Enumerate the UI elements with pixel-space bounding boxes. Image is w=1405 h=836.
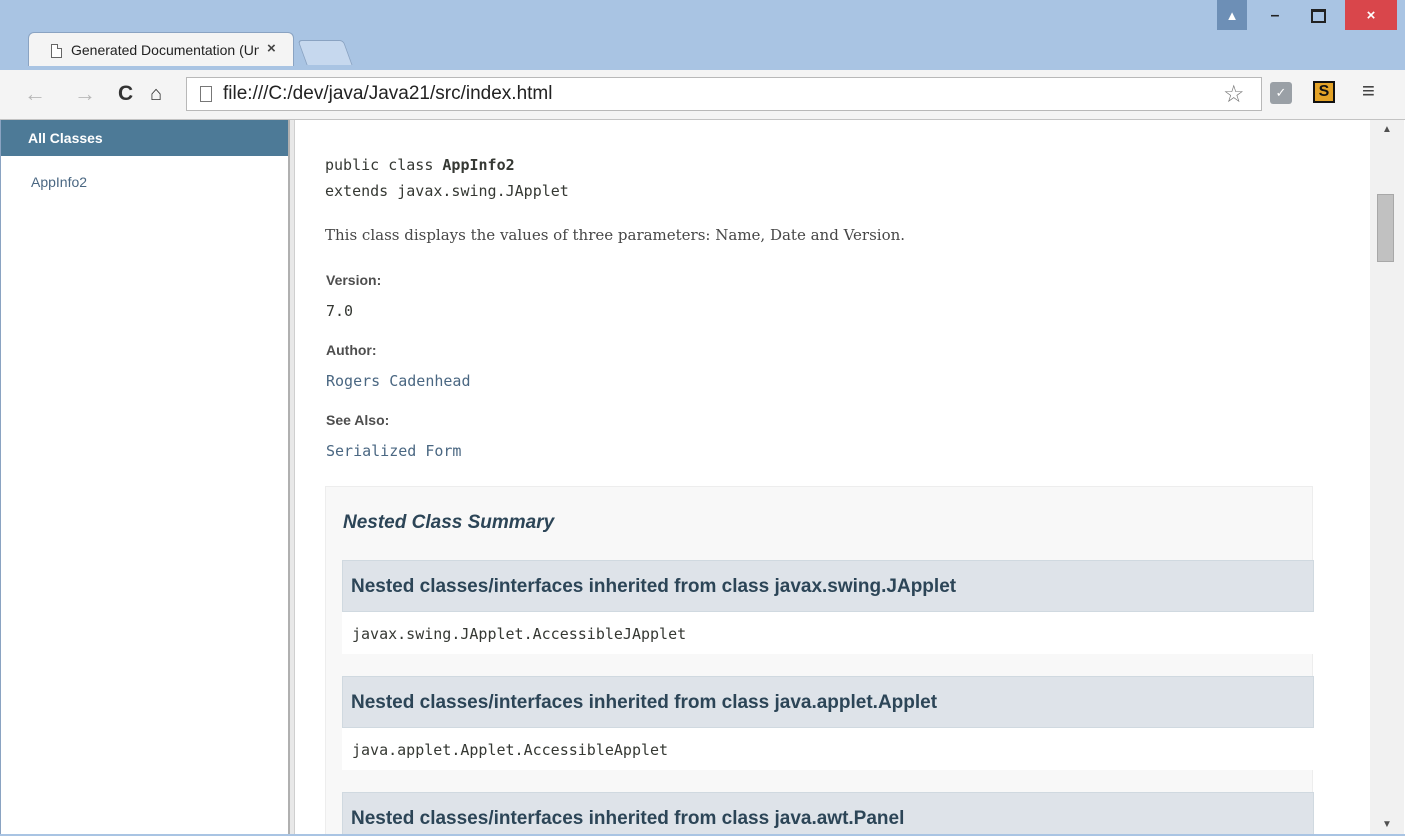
class-detail-frame: public class AppInfo2 extends javax.swin…: [295, 120, 1370, 834]
page-icon: [200, 86, 212, 102]
maximize-button[interactable]: [1297, 0, 1339, 32]
tab-title: Generated Documentation (Untitled): [71, 42, 259, 58]
class-name: AppInfo2: [442, 156, 515, 174]
title-bar: Generated Documentation (Untitled) × ▲ –…: [0, 0, 1405, 70]
reload-icon[interactable]: C: [118, 82, 133, 106]
url-text[interactable]: file:///C:/dev/java/Java21/src/index.htm…: [223, 83, 552, 105]
see-also-label: See Also:: [326, 412, 390, 428]
close-window-button[interactable]: ×: [1345, 0, 1397, 30]
inherited-content[interactable]: javax.swing.JApplet.AccessibleJApplet: [342, 612, 1314, 654]
home-icon[interactable]: ⌂: [150, 82, 162, 106]
class-link-appinfo2[interactable]: AppInfo2: [31, 174, 87, 190]
tab-close-button[interactable]: ×: [267, 40, 276, 57]
inherited-content[interactable]: java.applet.Applet.AccessibleApplet: [342, 728, 1314, 770]
vertical-scrollbar[interactable]: ▲ ▼: [1370, 120, 1404, 834]
address-bar[interactable]: file:///C:/dev/java/Java21/src/index.htm…: [186, 77, 1262, 111]
new-tab-button[interactable]: [297, 40, 353, 65]
forward-arrow-icon[interactable]: →: [74, 82, 96, 106]
scroll-down-arrow-icon[interactable]: ▼: [1370, 819, 1404, 830]
extension-chart-icon[interactable]: ✓: [1270, 82, 1292, 104]
inherited-block: Nested classes/interfaces inherited from…: [342, 792, 1314, 834]
signature-prefix: public class: [325, 156, 443, 174]
inherited-block: Nested classes/interfaces inherited from…: [342, 560, 1314, 654]
author-value: Rogers Cadenhead: [326, 372, 471, 390]
class-list-frame: All Classes AppInfo2: [1, 120, 288, 834]
version-label: Version:: [326, 272, 382, 288]
inherited-heading: Nested classes/interfaces inherited from…: [342, 676, 1314, 728]
browser-toolbar: ← → C ⌂ file:///C:/dev/java/Java21/src/i…: [0, 70, 1405, 120]
inherited-heading: Nested classes/interfaces inherited from…: [342, 792, 1314, 834]
browser-tab[interactable]: Generated Documentation (Untitled) ×: [28, 32, 294, 66]
inherited-heading: Nested classes/interfaces inherited from…: [342, 560, 1314, 612]
summary-title: Nested Class Summary: [343, 512, 555, 533]
scrollbar-thumb[interactable]: [1377, 194, 1394, 262]
class-description: This class displays the values of three …: [325, 226, 906, 244]
nested-class-summary: Nested Class Summary Nested classes/inte…: [325, 486, 1314, 834]
scroll-up-arrow-icon[interactable]: ▲: [1370, 124, 1404, 135]
page-content: All Classes AppInfo2 public class AppInf…: [0, 120, 1405, 834]
back-arrow-icon[interactable]: ←: [24, 82, 46, 106]
profile-icon[interactable]: ▲: [1217, 0, 1247, 30]
class-signature: public class AppInfo2 extends javax.swin…: [325, 152, 569, 204]
frame-divider[interactable]: [288, 120, 295, 834]
page-icon: [51, 44, 62, 58]
star-icon[interactable]: ☆: [1223, 80, 1245, 109]
maximize-icon: [1310, 9, 1326, 23]
extends-line: extends javax.swing.JApplet: [325, 182, 569, 200]
inherited-block: Nested classes/interfaces inherited from…: [342, 676, 1314, 770]
menu-icon[interactable]: ≡: [1362, 78, 1375, 104]
minimize-button[interactable]: –: [1255, 0, 1295, 32]
all-classes-header: All Classes: [1, 120, 288, 156]
serialized-form-link[interactable]: Serialized Form: [326, 442, 461, 460]
extension-s-icon[interactable]: S: [1313, 81, 1335, 103]
author-label: Author:: [326, 342, 377, 358]
version-value: 7.0: [326, 302, 354, 320]
